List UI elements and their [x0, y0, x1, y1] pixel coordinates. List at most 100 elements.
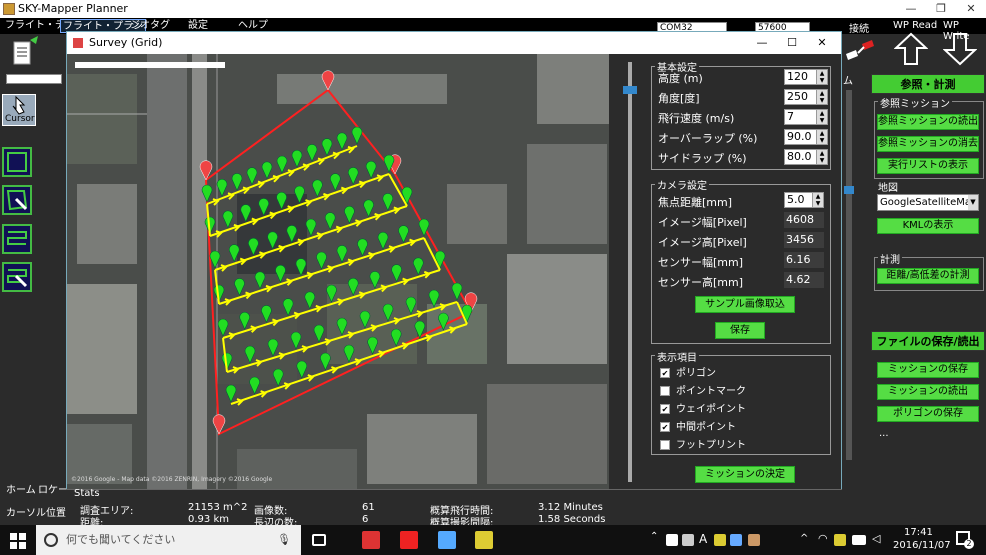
spinner-arrows-icon[interactable]: ▲ ▼ [816, 150, 827, 164]
angle-label: 角度[度] [658, 92, 700, 105]
camera-save-button[interactable]: 保存 [715, 322, 765, 339]
ime-indicator[interactable]: A [699, 532, 707, 546]
microphone-icon[interactable]: 🎙 [277, 525, 291, 555]
windows-start-icon[interactable] [10, 533, 26, 549]
satellite-map[interactable]: ©2016 Google - Map data ©2016 ZENRIN, Im… [67, 54, 609, 492]
show-exec-list-button[interactable]: 実行リストの表示 [877, 158, 979, 174]
dialog-zoom-thumb[interactable] [623, 86, 637, 94]
long-side-count-value: 6 [362, 514, 369, 525]
wp-write-arrow-icon[interactable] [942, 32, 978, 66]
show-point-mark-checkbox[interactable]: ポイントマーク [660, 382, 746, 397]
dialog-maximize-icon[interactable]: ☐ [777, 32, 807, 54]
spinner-arrows-icon[interactable]: ▲ ▼ [816, 70, 827, 84]
battery-icon[interactable] [852, 535, 866, 545]
save-polygon-button[interactable]: ポリゴンの保存 [877, 406, 979, 422]
pdf-app-icon[interactable] [400, 531, 418, 549]
sensor-width-value: 6.16 [784, 252, 824, 268]
checkbox-icon[interactable] [660, 386, 670, 396]
wifi-icon[interactable]: ◠ [818, 532, 828, 545]
right-scrollbar-thumb[interactable] [844, 186, 854, 194]
spinner-arrows-icon[interactable]: ▲ ▼ [816, 130, 827, 144]
checkbox-icon[interactable]: ✔ [660, 422, 670, 432]
tray-chevron-icon[interactable]: ^ [800, 533, 808, 544]
maximize-icon[interactable]: ❐ [926, 0, 956, 18]
angle-input[interactable]: 250 ▲ ▼ [784, 89, 828, 105]
taskbar-search-box[interactable]: 何でも聞いてください 🎙 [36, 525, 301, 555]
measure-distance-button[interactable]: 距離/高低差の計測 [877, 268, 979, 284]
edit-route-tool-icon[interactable] [2, 262, 32, 292]
speed-label: 飛行速度 (m/s) [658, 112, 735, 125]
dialog-title: Survey (Grid) [89, 36, 163, 49]
dialog-zoom-slider[interactable] [623, 62, 637, 482]
reference-measure-header: 参照・計測 [871, 74, 985, 94]
task-view-icon[interactable] [312, 534, 326, 546]
spinner-arrows-icon[interactable]: ▲ ▼ [816, 90, 827, 104]
decide-mission-button[interactable]: ミッションの決定 [695, 466, 795, 483]
tray-app1-icon[interactable] [666, 534, 678, 546]
app-icon [3, 3, 15, 15]
cursor-tool[interactable]: Cursor [2, 94, 36, 126]
wp-read-arrow-icon[interactable] [893, 32, 929, 66]
chevron-down-icon[interactable]: ▼ [968, 195, 978, 210]
grid-route-tool-icon[interactable] [2, 224, 32, 254]
show-kml-button[interactable]: KMLの表示 [877, 218, 979, 234]
notepad-app-icon[interactable] [438, 531, 456, 549]
map-zoom-bar[interactable] [75, 62, 225, 68]
checkbox-icon[interactable] [660, 440, 670, 450]
image-width-label: イメージ幅[Pixel] [658, 216, 747, 229]
chevron-up-icon[interactable]: ⌃ [650, 531, 658, 542]
skymapper-app-icon[interactable] [475, 531, 493, 549]
save-mission-button[interactable]: ミッションの保存 [877, 362, 979, 378]
tray-app3-icon[interactable] [714, 534, 726, 546]
checkbox-icon[interactable]: ✔ [660, 404, 670, 414]
flight-plan-doc-icon[interactable] [8, 36, 42, 68]
dialog-minimize-icon[interactable]: — [747, 32, 777, 54]
survey-area-value: 21153 m^2 [188, 502, 248, 513]
tray-app5-icon[interactable] [748, 534, 760, 546]
dialog-close-icon[interactable]: ✕ [807, 32, 837, 54]
map-type-select[interactable]: GoogleSatelliteMa ▼ [877, 194, 979, 211]
focal-length-input[interactable]: 5.0 ▲ ▼ [784, 192, 824, 208]
sensor-height-label: センサー高[mm] [658, 276, 744, 289]
map-attribution: ©2016 Google - Map data ©2016 ZENRIN, Im… [71, 476, 273, 483]
polygon-tool-icon[interactable] [2, 147, 32, 177]
map-canvas[interactable] [67, 54, 609, 492]
read-reference-button[interactable]: 参照ミッションの読出 [877, 114, 979, 130]
more-ellipsis[interactable]: ... [879, 428, 889, 439]
tray-app4-icon[interactable] [730, 534, 742, 546]
altitude-input[interactable]: 120 ▲ ▼ [784, 69, 828, 85]
survey-grid-dialog: Survey (Grid) — ☐ ✕ ©2016 Google - Map d… [66, 31, 842, 492]
speed-input[interactable]: 7 ▲ ▼ [784, 109, 828, 125]
clock-time[interactable]: 17:41 [904, 527, 933, 538]
show-polygon-checkbox[interactable]: ✔ ポリゴン [660, 364, 716, 379]
right-scrollbar[interactable] [844, 90, 854, 460]
camera-app-icon[interactable] [362, 531, 380, 549]
altitude-value: 120 [787, 70, 808, 83]
tray-app2-icon[interactable] [682, 534, 694, 546]
connect-plug-icon[interactable] [844, 36, 876, 64]
spinner-arrows-icon[interactable]: ▲ ▼ [812, 193, 823, 207]
show-midpoint-checkbox[interactable]: ✔ 中間ポイント [660, 418, 736, 433]
minimize-icon[interactable]: — [896, 0, 926, 18]
sidelap-input[interactable]: 80.0 ▲ ▼ [784, 149, 828, 165]
close-icon[interactable]: ✕ [956, 0, 986, 18]
main-title-bar: SKY-Mapper Planner — ❐ ✕ [0, 0, 986, 18]
load-mission-button[interactable]: ミッションの読出 [877, 384, 979, 400]
clock-date[interactable]: 2016/11/07 [893, 540, 951, 551]
show-footprint-checkbox[interactable]: フットプリント [660, 436, 746, 451]
spinner-arrows-icon[interactable]: ▲ ▼ [816, 110, 827, 124]
zoom-slider[interactable] [6, 74, 62, 84]
clear-reference-button[interactable]: 参照ミッションの消去 [877, 136, 979, 152]
tab-partial-label[interactable]: ム [843, 72, 853, 87]
distance-value: 0.93 km [188, 514, 229, 525]
home-label[interactable]: ホーム [6, 481, 36, 496]
checkbox-icon[interactable]: ✔ [660, 368, 670, 378]
tray-pen-icon[interactable] [834, 534, 846, 546]
show-waypoint-checkbox[interactable]: ✔ ウェイポイント [660, 400, 746, 415]
volume-icon[interactable]: ◁ [872, 532, 880, 545]
edit-polygon-tool-icon[interactable] [2, 185, 32, 215]
cortana-circle-icon [44, 533, 58, 547]
show-waypoint-label: ウェイポイント [676, 404, 746, 415]
import-sample-image-button[interactable]: サンプル画像取込 [695, 296, 795, 313]
overlap-input[interactable]: 90.0 ▲ ▼ [784, 129, 828, 145]
